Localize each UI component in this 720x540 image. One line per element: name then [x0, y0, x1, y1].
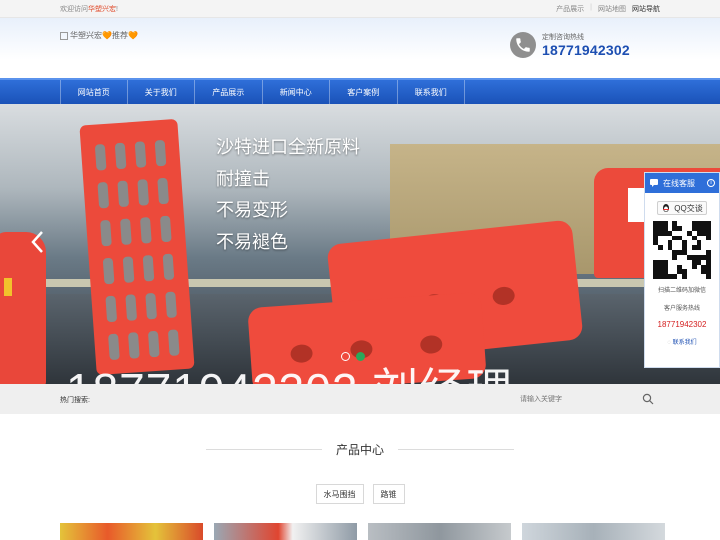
online-service-panel: 在线客服 i QQ交谈 扫描二维码加微信 客户服务热线 18771942302 … — [644, 172, 720, 368]
banner-headline-line: 不易褪色 — [216, 231, 288, 252]
welcome-brand: 华塑兴宏 — [88, 6, 116, 13]
product-thumbnail[interactable] — [368, 523, 511, 540]
nav-item-cases[interactable]: 客户案例 — [330, 80, 398, 104]
fence-panel-image — [79, 118, 195, 376]
welcome-suffix: ! — [116, 6, 118, 13]
qq-penguin-icon — [663, 204, 670, 212]
wechat-qr-code — [653, 221, 711, 279]
slider-dots — [341, 352, 365, 361]
product-thumbnails — [60, 523, 665, 540]
service-hotline-caption: 客户服务热线 — [663, 306, 700, 312]
hotline-label: 定制咨询热线 — [542, 34, 584, 41]
qq-chat-label: QQ交谈 — [674, 203, 703, 213]
product-thumbnail[interactable] — [522, 523, 665, 540]
main-nav: 网站首页 关于我们 产品展示 新闻中心 客户案例 联系我们 — [0, 78, 720, 104]
search-bar: 热门搜索: — [0, 384, 720, 414]
logo-alt-text: 华塑兴宏🧡推荐🧡 — [70, 31, 138, 40]
category-water-barrier[interactable]: 水马围挡 — [315, 484, 364, 504]
top-link-sitemap[interactable]: 网站地图 — [598, 4, 626, 14]
qr-code-grid — [653, 221, 711, 279]
info-icon[interactable]: i — [707, 179, 715, 187]
category-traffic-cone[interactable]: 路锥 — [372, 484, 405, 504]
nav-item-about[interactable]: 关于我们 — [128, 80, 195, 104]
service-header: 在线客服 i — [645, 173, 719, 193]
nav-item-news[interactable]: 新闻中心 — [263, 80, 330, 104]
product-thumbnail[interactable] — [214, 523, 357, 540]
site-header: 华塑兴宏🧡推荐🧡 定制咨询热线 18771942302 — [0, 18, 720, 78]
slider-dot[interactable] — [356, 352, 365, 361]
banner-phone-overlay: 18771942302 刘经理 — [66, 354, 513, 384]
top-bar: 欢迎访问华塑兴宏! 产品展示 | 网站地图 网站导航 — [0, 0, 720, 18]
top-links: 产品展示 | 网站地图 网站导航 — [556, 4, 660, 14]
welcome-prefix: 欢迎访问 — [60, 6, 88, 13]
search-input[interactable] — [520, 391, 660, 407]
service-title: 在线客服 — [663, 178, 695, 188]
service-contact-link[interactable]: ◌ 联系我们 — [645, 337, 719, 346]
qr-caption: 扫描二维码加微信 — [657, 288, 706, 294]
banner-headline-line: 不易变形 — [216, 200, 288, 220]
service-hotline-number: 18771942302 — [657, 320, 707, 329]
banner-headline-line: 沙特进口全新原料 — [216, 137, 360, 157]
nav-item-contact[interactable]: 联系我们 — [398, 80, 465, 104]
top-link-products[interactable]: 产品展示 — [556, 4, 584, 14]
top-link-divider: | — [590, 4, 592, 11]
hotline-block: 定制咨询热线 18771942302 — [510, 32, 630, 58]
search-icon[interactable] — [642, 393, 654, 405]
slider-dot[interactable] — [341, 352, 350, 361]
hotline-number: 18771942302 — [542, 42, 630, 58]
site-logo[interactable]: 华塑兴宏🧡推荐🧡 — [60, 30, 138, 41]
hero-banner: 沙特进口全新原料 耐撞击 不易变形 不易褪色 18771942302 刘经理 — [0, 104, 720, 384]
hot-search-label: 热门搜索: — [60, 397, 90, 404]
top-link-site-nav[interactable]: 网站导航 — [632, 4, 660, 14]
service-bubble-icon — [650, 179, 658, 187]
welcome-text: 欢迎访问华塑兴宏! — [60, 4, 118, 14]
nav-item-products[interactable]: 产品展示 — [195, 80, 263, 104]
banner-headline-line: 耐撞击 — [216, 168, 270, 189]
chevron-left-icon[interactable] — [30, 230, 44, 261]
qr-cell — [706, 274, 711, 279]
product-center-title: 产品中心 — [335, 443, 384, 457]
product-categories: 水马围挡 路锥 — [0, 484, 720, 504]
phone-24h-icon — [510, 32, 536, 58]
banner-headline: 沙特进口全新原料 耐撞击 不易变形 不易褪色 — [216, 132, 360, 258]
qq-chat-button[interactable]: QQ交谈 — [657, 201, 707, 215]
product-thumbnail[interactable] — [60, 523, 203, 540]
service-contact-label: 联系我们 — [672, 340, 697, 346]
broken-image-icon — [60, 31, 68, 40]
nav-item-home[interactable]: 网站首页 — [60, 80, 128, 104]
